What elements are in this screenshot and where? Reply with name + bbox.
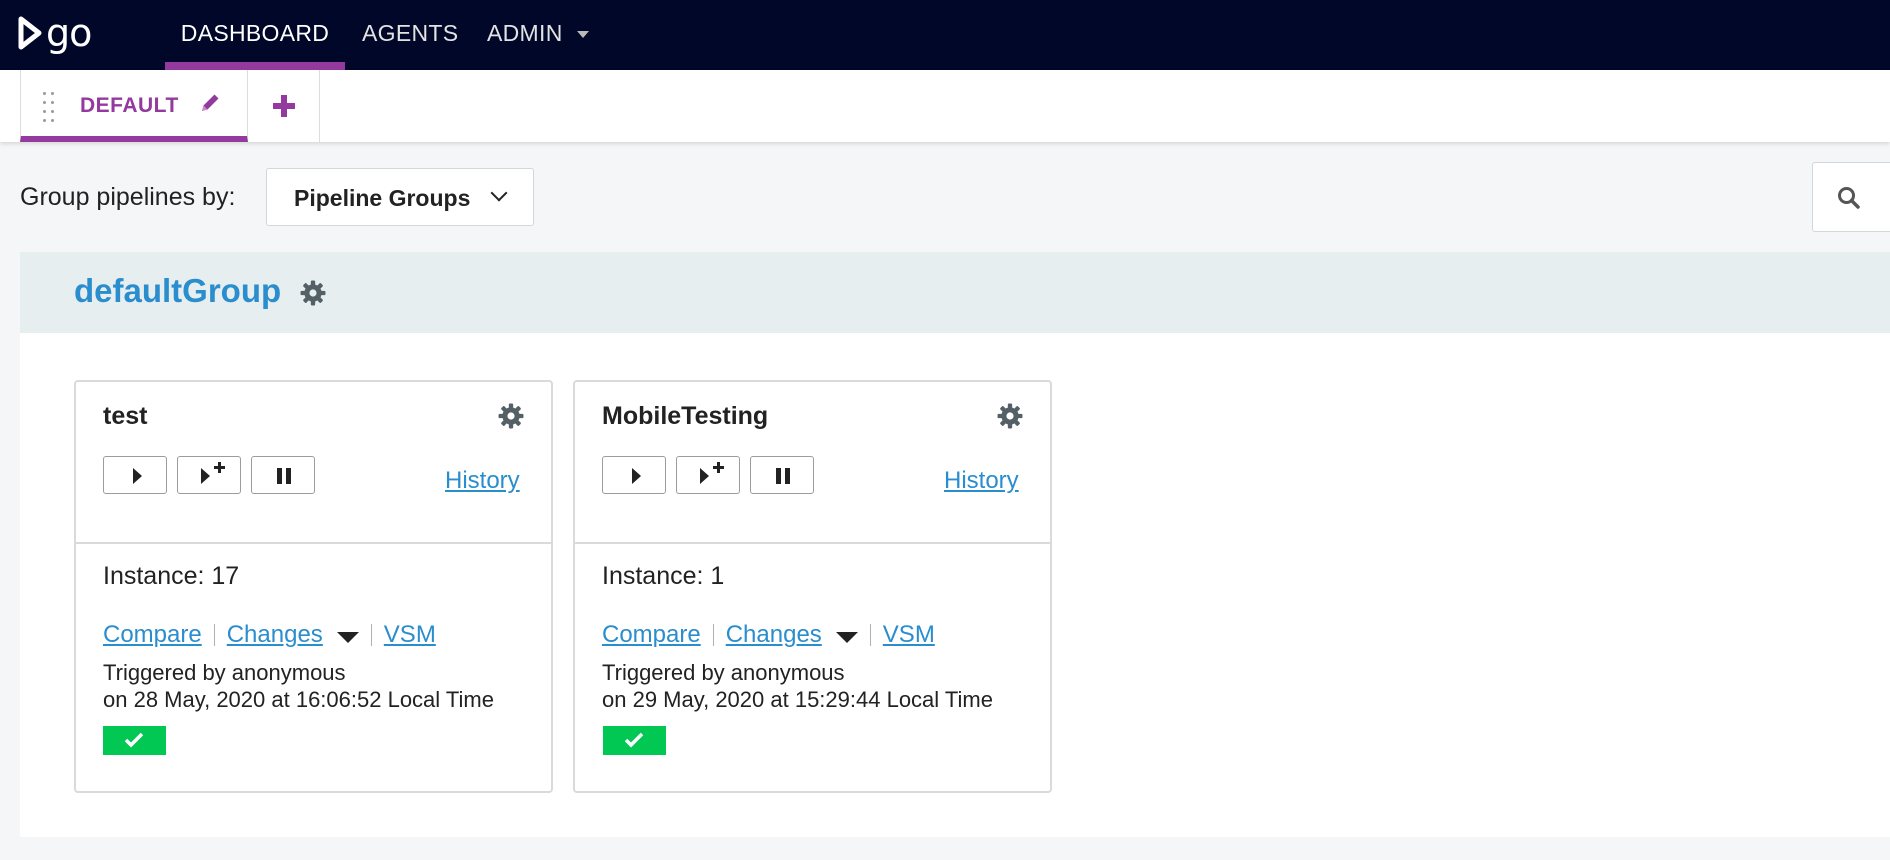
instance-label: Instance: 1 (602, 562, 725, 590)
stage-status-passed[interactable] (103, 726, 166, 755)
gear-icon[interactable] (997, 403, 1023, 429)
instance-label: Instance: 17 (103, 562, 240, 590)
pause-icon (277, 468, 291, 484)
trigger-with-options-button[interactable] (676, 456, 740, 494)
drag-handle-icon[interactable] (43, 92, 57, 122)
changes-link[interactable]: Changes (726, 621, 822, 649)
compare-link[interactable]: Compare (103, 621, 202, 649)
nav-agents-label: AGENTS (362, 20, 459, 46)
pause-button[interactable] (750, 456, 814, 494)
checkmark-icon (624, 732, 644, 748)
pipeline-group-header: defaultGroup (20, 252, 1890, 333)
caret-down-icon[interactable] (835, 631, 858, 643)
play-plus-icon (700, 462, 724, 484)
tab-default-label: DEFAULT (80, 94, 179, 117)
dashboard-tab-bar: DEFAULT (0, 70, 1890, 142)
pause-button[interactable] (251, 456, 315, 494)
card-divider (575, 542, 1050, 544)
history-link[interactable]: History (944, 467, 1019, 495)
trigger-button[interactable] (103, 456, 167, 494)
pipeline-card-test: test History Instance: 17 Compare Change… (74, 380, 553, 793)
link-separator (869, 624, 871, 646)
caret-down-icon[interactable] (336, 631, 359, 643)
link-separator (370, 624, 372, 646)
nav-admin-label: ADMIN (487, 20, 563, 46)
history-link[interactable]: History (445, 467, 520, 495)
vsm-link[interactable]: VSM (384, 621, 436, 649)
triggered-on: on 29 May, 2020 at 15:29:44 Local Time (602, 687, 993, 712)
changes-link[interactable]: Changes (227, 621, 323, 649)
trigger-with-options-button[interactable] (177, 456, 241, 494)
stage-status-passed[interactable] (603, 726, 666, 755)
link-separator (712, 624, 714, 646)
pipeline-name: MobileTesting (602, 402, 769, 430)
caret-down-icon (577, 31, 590, 39)
trigger-button[interactable] (602, 456, 666, 494)
instance-links: Compare Changes VSM (602, 621, 935, 649)
triggered-by: Triggered by anonymous (602, 660, 845, 685)
triggered-on: on 28 May, 2020 at 16:06:52 Local Time (103, 687, 494, 712)
checkmark-icon (124, 732, 144, 748)
plus-icon (273, 95, 295, 117)
nav-agents[interactable]: AGENTS (362, 0, 458, 70)
vsm-link[interactable]: VSM (883, 621, 935, 649)
top-navigation: go DASHBOARD AGENTS ADMIN (0, 0, 1890, 70)
triggered-by: Triggered by anonymous (103, 660, 346, 685)
tab-default[interactable]: DEFAULT (20, 70, 248, 142)
link-separator (213, 624, 215, 646)
pipeline-name: test (103, 402, 148, 430)
go-logo[interactable]: go (18, 11, 92, 55)
play-plus-icon (201, 462, 225, 484)
gear-icon[interactable] (498, 403, 524, 429)
search-input[interactable] (1812, 162, 1890, 232)
pipeline-card-mobiletesting: MobileTesting History Instance: 1 Compar… (573, 380, 1052, 793)
pencil-icon[interactable] (199, 92, 221, 114)
group-by-label: Group pipelines by: (20, 183, 236, 211)
logo-text: go (46, 11, 92, 55)
group-by-select[interactable]: Pipeline Groups (266, 168, 534, 226)
play-icon (632, 468, 641, 484)
gear-icon[interactable] (300, 280, 326, 306)
card-divider (76, 542, 551, 544)
pipeline-group: defaultGroup test History Instance: 17 C… (20, 252, 1890, 837)
search-icon (1838, 187, 1860, 209)
nav-dashboard[interactable]: DASHBOARD (165, 0, 345, 70)
pipeline-group-name[interactable]: defaultGroup (74, 272, 281, 310)
nav-admin[interactable]: ADMIN (487, 0, 590, 70)
compare-link[interactable]: Compare (602, 621, 701, 649)
group-by-value: Pipeline Groups (294, 185, 471, 211)
go-logo-icon (18, 16, 42, 50)
add-tab-button[interactable] (248, 70, 320, 142)
pause-icon (776, 468, 790, 484)
play-icon (133, 468, 142, 484)
chevron-down-icon (490, 184, 508, 202)
nav-dashboard-label: DASHBOARD (180, 20, 330, 46)
instance-links: Compare Changes VSM (103, 621, 436, 649)
